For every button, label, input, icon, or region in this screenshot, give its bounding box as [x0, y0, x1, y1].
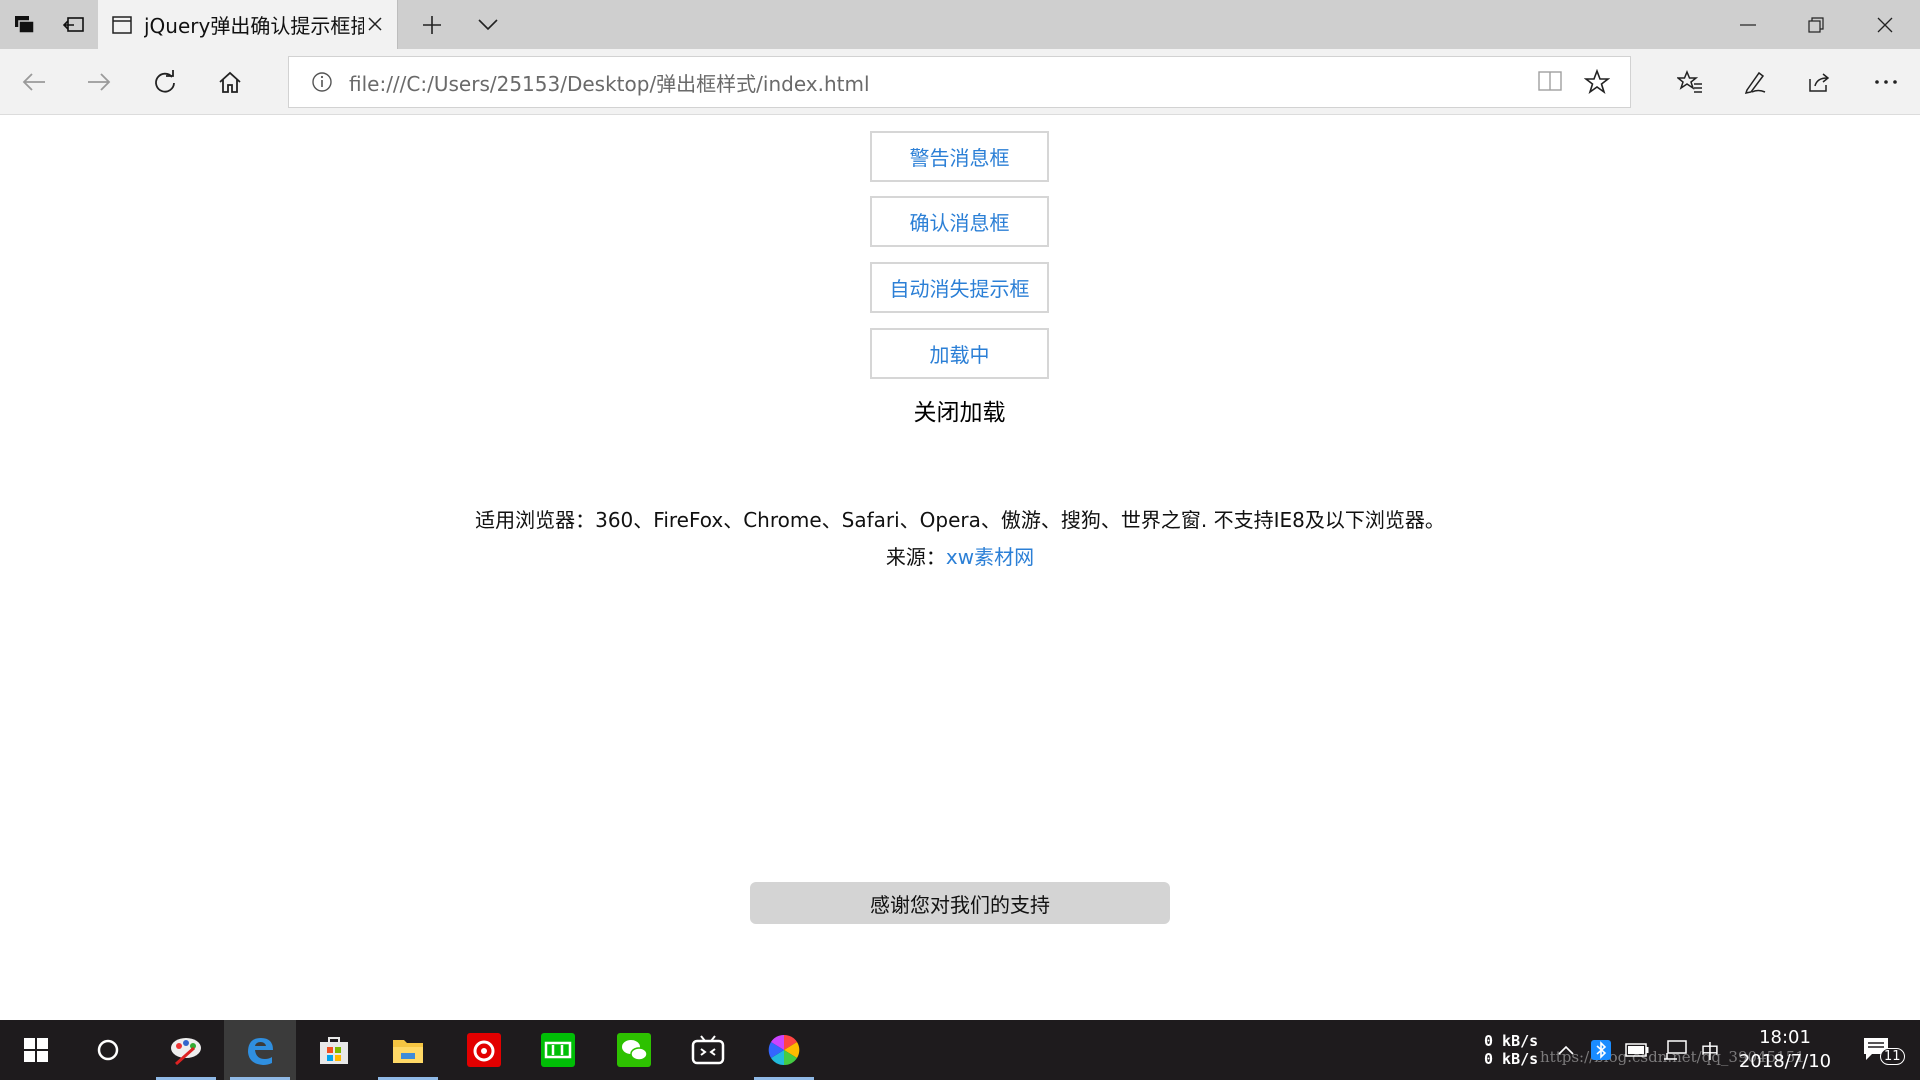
clock-time: 18:01	[1759, 1027, 1811, 1048]
page-favicon-icon	[112, 15, 132, 34]
taskbar-app-netease-music[interactable]	[448, 1020, 520, 1080]
set-aside-icon	[62, 16, 84, 32]
cortana-button[interactable]	[72, 1020, 144, 1080]
network-upload-speed: 0 kB/s	[1484, 1032, 1539, 1050]
plus-icon	[423, 15, 441, 34]
clock-date: 2018/7/10	[1738, 1051, 1832, 1072]
favorites-list-icon	[1677, 70, 1702, 93]
tab-list-button[interactable]	[460, 0, 516, 49]
start-button[interactable]	[0, 1020, 72, 1080]
tab-preview-icon	[14, 15, 35, 34]
share-button[interactable]	[1796, 58, 1844, 106]
tab-preview-button[interactable]	[0, 0, 49, 49]
battery-tray-button[interactable]	[1622, 1020, 1652, 1080]
back-button[interactable]	[10, 58, 58, 106]
taskbar-app-photos[interactable]	[748, 1020, 820, 1080]
tab-close-button[interactable]	[363, 12, 387, 36]
window-close-button[interactable]	[1850, 0, 1920, 49]
restore-button[interactable]	[1782, 0, 1850, 49]
notification-count-badge: 11	[1880, 1048, 1905, 1065]
thanks-bar: 感谢您对我们的支持	[750, 882, 1170, 924]
bluetooth-icon	[1591, 1040, 1611, 1060]
set-aside-tabs-button[interactable]	[49, 0, 98, 49]
web-note-button[interactable]	[1731, 58, 1779, 106]
back-arrow-icon	[22, 73, 45, 91]
confirm-dialog-button[interactable]: 确认消息框	[870, 196, 1049, 247]
network-icon	[1664, 1040, 1687, 1060]
browser-tab-active[interactable]: jQuery弹出确认提示框插件	[98, 0, 398, 49]
bluetooth-tray-button[interactable]	[1588, 1020, 1614, 1080]
taskbar-app-edge[interactable]	[224, 1020, 296, 1080]
close-loading-link[interactable]: 关闭加载	[870, 393, 1049, 427]
restore-icon	[1808, 16, 1824, 33]
forward-button[interactable]	[75, 58, 123, 106]
window-close-icon	[1877, 17, 1893, 32]
pen-icon	[1744, 71, 1766, 94]
address-url[interactable]: file:///C:/Users/25153/Desktop/弹出框样式/ind…	[349, 68, 870, 97]
taskbar: 0 kB/s 0 kB/s https://blog.csdn.net/qq_3…	[0, 1020, 1920, 1080]
taskbar-app-wechat[interactable]	[598, 1020, 670, 1080]
taskbar-app-paint[interactable]	[150, 1020, 222, 1080]
title-bar-left-group	[0, 0, 98, 49]
minimize-icon	[1740, 23, 1756, 26]
taskbar-app-bilibili[interactable]	[672, 1020, 744, 1080]
share-icon	[1809, 73, 1830, 92]
network-tray-button[interactable]	[1660, 1020, 1690, 1080]
page-content: 警告消息框 确认消息框 自动消失提示框 加载中 关闭加载 适用浏览器：360、F…	[0, 115, 1920, 1020]
more-menu-button[interactable]	[1862, 58, 1910, 106]
network-speed: 0 kB/s 0 kB/s	[1484, 1032, 1538, 1068]
navigation-bar: file:///C:/Users/25153/Desktop/弹出框样式/ind…	[0, 49, 1920, 115]
windows-logo-icon	[24, 1038, 48, 1062]
store-icon	[320, 1037, 348, 1064]
address-bar[interactable]: file:///C:/Users/25153/Desktop/弹出框样式/ind…	[288, 56, 1631, 108]
action-center-button[interactable]: 11	[1852, 1020, 1905, 1080]
pinwheel-app-icon	[768, 1034, 800, 1066]
taskbar-clock[interactable]: 18:01 2018/7/10	[1730, 1026, 1840, 1074]
taskbar-app-iqiyi[interactable]	[522, 1020, 594, 1080]
source-line: 来源：xw素材网	[0, 541, 1920, 570]
taskbar-app-file-explorer[interactable]	[372, 1020, 444, 1080]
new-tab-button[interactable]	[404, 0, 460, 49]
forward-arrow-icon	[88, 73, 111, 91]
source-link[interactable]: xw素材网	[946, 545, 1034, 569]
source-label: 来源：	[885, 545, 946, 569]
bilibili-tv-icon	[691, 1035, 725, 1065]
iqiyi-icon	[541, 1033, 575, 1067]
paint-app-icon	[171, 1038, 201, 1066]
show-hidden-icons-button[interactable]	[1554, 1020, 1578, 1080]
favorite-star-icon[interactable]	[1584, 69, 1610, 95]
more-dots-icon	[1875, 80, 1897, 84]
netease-music-icon	[467, 1033, 501, 1067]
alert-dialog-button[interactable]: 警告消息框	[870, 131, 1049, 182]
battery-icon	[1625, 1043, 1649, 1057]
auto-dismiss-toast-button[interactable]: 自动消失提示框	[870, 262, 1049, 313]
minimize-button[interactable]	[1714, 0, 1782, 49]
cortana-circle-icon	[97, 1039, 119, 1061]
network-download-speed: 0 kB/s	[1484, 1050, 1539, 1068]
home-button[interactable]	[206, 58, 254, 106]
title-bar: jQuery弹出确认提示框插件	[0, 0, 1920, 49]
refresh-button[interactable]	[141, 58, 189, 106]
refresh-icon	[155, 70, 175, 93]
loading-button[interactable]: 加载中	[870, 328, 1049, 379]
chevron-down-icon	[478, 18, 498, 30]
edge-browser-icon	[248, 1038, 273, 1065]
input-method-indicator[interactable]: 中	[1696, 1020, 1724, 1080]
close-icon	[368, 17, 382, 31]
reading-view-icon[interactable]	[1538, 70, 1562, 92]
folder-icon	[393, 1040, 423, 1063]
home-icon	[219, 71, 241, 93]
chevron-up-icon	[1558, 1045, 1574, 1055]
browser-compatibility-text: 适用浏览器：360、FireFox、Chrome、Safari、Opera、傲游…	[475, 508, 1445, 532]
info-icon	[312, 72, 332, 92]
tab-title: jQuery弹出确认提示框插件	[144, 14, 364, 38]
taskbar-app-store[interactable]	[298, 1020, 370, 1080]
wechat-icon	[617, 1033, 651, 1067]
favorites-hub-button[interactable]	[1666, 58, 1714, 106]
